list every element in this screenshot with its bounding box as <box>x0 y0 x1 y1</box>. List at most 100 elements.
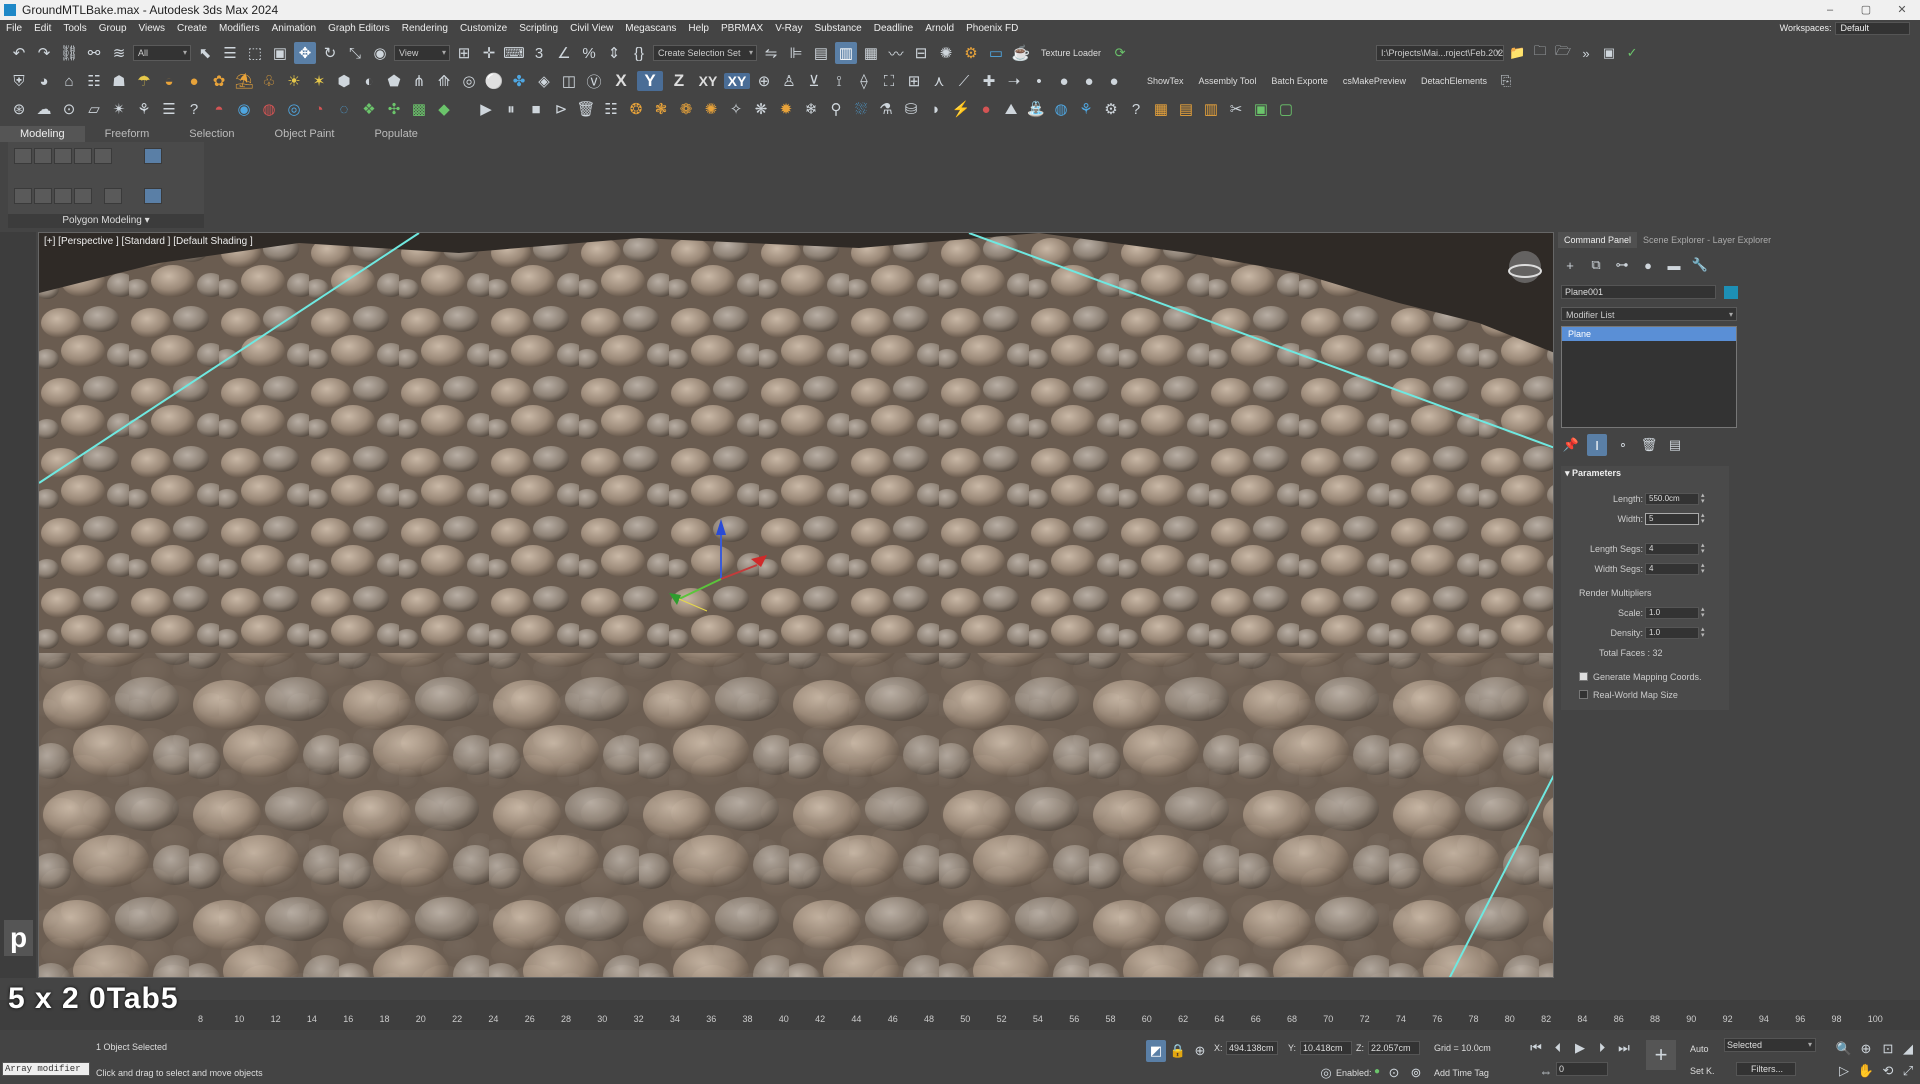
tab-modeling[interactable]: Modeling <box>0 126 85 142</box>
render-setup-icon[interactable]: ⚙ <box>960 42 982 64</box>
show-end-result-icon[interactable]: I <box>1587 434 1607 456</box>
help-circle-icon[interactable]: ? <box>183 98 205 120</box>
phoenix-4-icon[interactable]: ✺ <box>700 98 722 120</box>
menu-substance[interactable]: Substance <box>808 23 867 34</box>
phoenix-14-icon[interactable]: ⚡ <box>950 98 972 120</box>
prev-frame-icon[interactable]: ⏴ <box>1548 1037 1568 1059</box>
refresh-icon[interactable]: ⟳ <box>1110 42 1130 64</box>
material-editor-icon[interactable]: ✺ <box>935 42 957 64</box>
polygon-modeling-dropdown[interactable]: Polygon Modeling ▾ <box>8 214 204 228</box>
keyboard-shortcut-icon[interactable]: ⌨ <box>503 42 525 64</box>
named-selection-icon[interactable]: {} <box>628 42 650 64</box>
ies-light-icon[interactable]: ♧ <box>258 70 280 92</box>
pan-icon[interactable]: ▷ <box>1834 1060 1854 1082</box>
percent-snap-icon[interactable]: % <box>578 42 600 64</box>
key-filter-dropdown[interactable]: Selected <box>1724 1038 1816 1052</box>
link-icon[interactable]: ⛓ <box>58 42 80 64</box>
orbit-icon[interactable]: ✋ <box>1856 1060 1876 1082</box>
sun-icon[interactable]: ● <box>183 70 205 92</box>
project-folder-icon[interactable]: 📁 <box>1507 42 1527 64</box>
valid-icon[interactable]: Ⓥ <box>583 70 605 92</box>
project-path-dropdown[interactable]: I:\Projects\Mai...roject\Feb.202 <box>1376 45 1505 61</box>
phoenix-13-icon[interactable]: ◗ <box>925 98 947 120</box>
generate-mapping-checkbox[interactable] <box>1579 672 1588 681</box>
zoom-icon[interactable]: 🔍 <box>1834 1038 1854 1060</box>
maximize-viewport-icon[interactable]: ⤢ <box>1898 1060 1918 1082</box>
list-view-icon[interactable]: ☰ <box>158 98 180 120</box>
curve-tool-icon[interactable]: ⟟ <box>828 70 850 92</box>
menu-animation[interactable]: Animation <box>266 23 322 34</box>
ribbon-tool-5-button[interactable] <box>104 188 122 204</box>
vertex-mode-button[interactable] <box>14 148 32 164</box>
filters-button[interactable]: Filters... <box>1736 1062 1796 1076</box>
ribbon-tool-4-button[interactable] <box>74 188 92 204</box>
select-object-icon[interactable]: ⬉ <box>194 42 216 64</box>
tab-freeform[interactable]: Freeform <box>85 126 170 142</box>
tree-icon[interactable]: ⚘ <box>133 98 155 120</box>
menu-rendering[interactable]: Rendering <box>396 23 454 34</box>
tab-command-panel[interactable]: Command Panel <box>1558 232 1638 248</box>
polygon-mode-button[interactable] <box>74 148 92 164</box>
lamp-icon[interactable]: ⛱ <box>233 70 255 92</box>
axis-x-button[interactable]: X <box>608 71 634 91</box>
toggle-scene-explorer-icon[interactable]: ▤ <box>810 42 832 64</box>
red-tool-3-icon[interactable]: ◔ <box>308 98 330 120</box>
mirror-icon[interactable]: ⇋ <box>760 42 782 64</box>
plane-icon[interactable]: ⟰ <box>433 70 455 92</box>
menu-tools[interactable]: Tools <box>57 23 92 34</box>
edge-mode-button[interactable] <box>34 148 52 164</box>
tab-scene-explorer[interactable]: Scene Explorer - Layer Explorer <box>1637 232 1777 248</box>
detach-elements-button[interactable]: DetachElements <box>1415 76 1493 86</box>
phoenix-3-icon[interactable]: ❁ <box>675 98 697 120</box>
sync-icon[interactable]: ⊛ <box>8 98 30 120</box>
menu-modifiers[interactable]: Modifiers <box>213 23 266 34</box>
phoenix-7-icon[interactable]: ✹ <box>775 98 797 120</box>
zoom-extents-icon[interactable]: ⊡ <box>1878 1038 1898 1060</box>
menu-graph-editors[interactable]: Graph Editors <box>322 23 396 34</box>
save-project-icon[interactable]: 🗁 <box>1553 42 1573 64</box>
light-icon[interactable]: ☂ <box>133 70 155 92</box>
pivot-center-icon[interactable]: ⊞ <box>453 42 475 64</box>
explode-icon[interactable]: ✴ <box>108 98 130 120</box>
key-mode-icon[interactable]: ⇔ <box>1536 1060 1556 1082</box>
menu-create[interactable]: Create <box>171 23 213 34</box>
camera-icon[interactable]: ⌂ <box>58 70 80 92</box>
menu-megascans[interactable]: Megascans <box>619 23 682 34</box>
phoenix-11-icon[interactable]: ⚗ <box>875 98 897 120</box>
sphere-icon[interactable]: ◐ <box>358 70 380 92</box>
showtex-button[interactable]: ShowTex <box>1141 76 1190 86</box>
connect-icon[interactable]: ⊙ <box>58 98 80 120</box>
timeline[interactable]: 8 10 12 14 16 18 20 22 24 26 28 30 32 34 36 38 40 42 44 46 4… <box>0 1000 1920 1030</box>
phoenix-1-icon[interactable]: ❂ <box>625 98 647 120</box>
place-icon[interactable]: ◉ <box>369 42 391 64</box>
green-tool-1-icon[interactable]: ❖ <box>358 98 380 120</box>
grid-icon[interactable]: ⊞ <box>903 70 925 92</box>
orange-1-icon[interactable]: ▦ <box>1150 98 1172 120</box>
menu-views[interactable]: Views <box>133 23 172 34</box>
menu-arnold[interactable]: Arnold <box>919 23 960 34</box>
element-mode-button[interactable] <box>94 148 112 164</box>
line-tool-icon[interactable]: ⟋ <box>953 70 975 92</box>
absolute-mode-icon[interactable]: ⊕ <box>1190 1040 1210 1062</box>
bounds-icon[interactable]: ⛶ <box>878 70 900 92</box>
box-icon[interactable]: ⬢ <box>333 70 355 92</box>
curve-editor-icon[interactable]: 〰 <box>885 42 907 64</box>
named-selection-sets-dropdown[interactable]: Create Selection Set <box>653 45 757 61</box>
vray-icon[interactable]: ⛨ <box>8 70 30 92</box>
menu-pbrmax[interactable]: PBRMAX <box>715 23 769 34</box>
manipulate-icon[interactable]: ✛ <box>478 42 500 64</box>
toggle-layer-explorer-icon[interactable]: ▥ <box>835 42 857 64</box>
cs-make-preview-button[interactable]: csMakePreview <box>1337 76 1412 86</box>
ribbon-tool-3-button[interactable] <box>54 188 72 204</box>
menu-scripting[interactable]: Scripting <box>513 23 564 34</box>
phoenix-19-icon[interactable]: ⚘ <box>1075 98 1097 120</box>
adaptive-degradation-icon[interactable]: ◎ <box>1316 1062 1336 1084</box>
menu-vray[interactable]: V-Ray <box>769 23 808 34</box>
motion-tab-icon[interactable]: ● <box>1638 254 1658 276</box>
sky-icon[interactable]: ✶ <box>308 70 330 92</box>
arnold-icon[interactable]: ▣ <box>1599 42 1619 64</box>
dome-light-icon[interactable]: ◒ <box>158 70 180 92</box>
ribbon-tool-2-button[interactable] <box>34 188 52 204</box>
flower-icon[interactable]: ✿ <box>208 70 230 92</box>
displace-icon[interactable]: ◎ <box>458 70 480 92</box>
